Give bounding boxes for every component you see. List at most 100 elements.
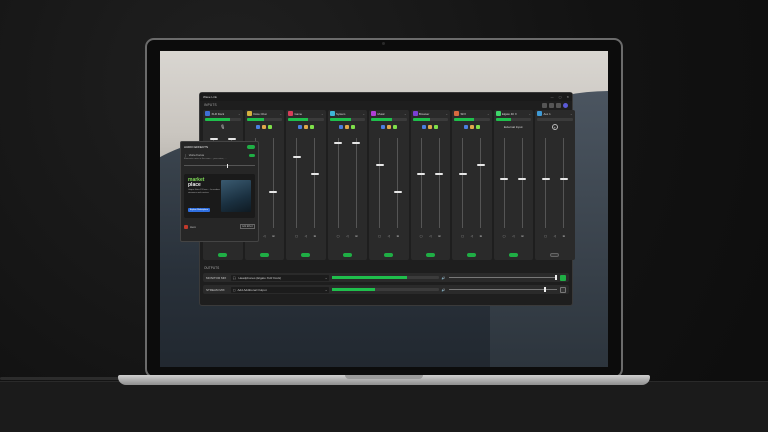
monitor-fader[interactable]: ▢ — [417, 136, 426, 240]
chevron-down-icon[interactable]: ⌄ — [528, 112, 531, 116]
fader-knob[interactable] — [518, 177, 527, 180]
chevron-down-icon[interactable]: ⌄ — [362, 112, 365, 116]
plugin-toggle[interactable] — [249, 153, 255, 157]
broadcast-icon[interactable]: ⊞ — [394, 234, 402, 238]
channel-header[interactable]: System ⌄ — [328, 110, 368, 117]
stream-fader[interactable]: ⊞ — [269, 136, 278, 240]
broadcast-icon[interactable]: ⊞ — [518, 234, 526, 238]
headphones-icon[interactable]: ▢ — [459, 234, 467, 238]
explore-marketplace-button[interactable]: Explore Marketplace — [188, 208, 210, 212]
link-icon[interactable]: ◁ — [509, 234, 517, 238]
monitor-fader[interactable]: ▢ — [292, 136, 301, 240]
speaker-icon[interactable]: 🔊 — [442, 288, 446, 292]
monitor-mute-button[interactable] — [384, 253, 394, 257]
channel-header[interactable]: Game ⌄ — [286, 110, 326, 117]
app-icon[interactable] — [422, 124, 427, 129]
link-fader[interactable]: ◁ — [509, 136, 517, 240]
app-icon[interactable] — [351, 124, 356, 129]
link-icon[interactable]: ◁ — [551, 234, 559, 238]
stream-fader[interactable]: ⊞ — [393, 136, 402, 240]
chevron-down-icon[interactable]: ⌄ — [279, 112, 282, 116]
headphones-icon[interactable]: ▢ — [417, 234, 425, 238]
link-icon[interactable]: ◁ — [260, 234, 268, 238]
app-icon[interactable] — [256, 124, 261, 129]
fader-knob[interactable] — [310, 173, 319, 176]
link-fader[interactable]: ◁ — [551, 136, 559, 240]
app-icon[interactable] — [434, 124, 439, 129]
settings-icon[interactable] — [549, 102, 554, 108]
monitor-fader[interactable]: ▢ — [458, 136, 467, 240]
stream-fader[interactable]: ⊞ — [352, 136, 361, 240]
link-icon[interactable]: ◁ — [468, 234, 476, 238]
monitor-mute-button[interactable] — [301, 253, 311, 257]
output-toggle[interactable] — [560, 286, 566, 293]
link-icon[interactable]: ◁ — [426, 234, 434, 238]
chevron-down-icon[interactable]: ⌄ — [570, 112, 573, 116]
channel-header[interactable]: Voice Chat ⌄ — [245, 110, 285, 117]
app-icon[interactable] — [303, 124, 308, 129]
output-toggle[interactable] — [560, 274, 566, 281]
app-icon[interactable] — [262, 124, 267, 129]
link-fader[interactable]: ◁ — [468, 136, 476, 240]
fader-knob[interactable] — [417, 173, 426, 176]
app-icon[interactable] — [475, 124, 480, 129]
effects-icon[interactable] — [542, 102, 547, 108]
chevron-down-icon[interactable]: ⌄ — [487, 112, 490, 116]
app-icon[interactable] — [345, 124, 350, 129]
monitor-fader[interactable]: ▢ — [500, 136, 509, 240]
monitor-fader[interactable]: ▢ — [541, 136, 550, 240]
app-icon[interactable] — [392, 124, 397, 129]
stream-fader[interactable]: ⊞ — [559, 136, 568, 240]
app-icon[interactable] — [297, 124, 302, 129]
headphones-icon[interactable]: ▢ — [293, 234, 301, 238]
app-icon[interactable] — [386, 124, 391, 129]
chevron-down-icon[interactable]: ⌄ — [404, 112, 407, 116]
output-device-select[interactable]: 🎧 Headphones (Elgato XLR Dock) ⌄ — [230, 274, 330, 281]
fader-knob[interactable] — [458, 173, 467, 176]
app-icon[interactable] — [309, 124, 314, 129]
app-icon[interactable] — [339, 124, 344, 129]
link-fader[interactable]: ◁ — [343, 136, 351, 240]
chevron-down-icon[interactable]: ⌄ — [238, 112, 241, 116]
output-volume-slider[interactable] — [448, 287, 558, 292]
monitor-mute-button[interactable] — [467, 253, 477, 257]
fader-knob[interactable] — [559, 177, 568, 180]
link-icon[interactable]: ◁ — [385, 234, 393, 238]
slider-handle[interactable] — [544, 287, 547, 292]
stream-fader[interactable]: ⊞ — [518, 136, 527, 240]
output-device-select[interactable]: ▢ Add Additional Output ⌄ — [230, 286, 330, 293]
app-icon[interactable] — [268, 124, 273, 129]
slider-handle[interactable] — [554, 275, 557, 280]
channel-header[interactable]: XLR Dock ⌄ — [203, 110, 243, 117]
chevron-down-icon[interactable]: ⌄ — [321, 112, 324, 116]
account-icon[interactable] — [563, 102, 568, 108]
link-fader[interactable]: ◁ — [426, 136, 434, 240]
fader-knob[interactable] — [500, 177, 509, 180]
slider-handle[interactable] — [226, 163, 229, 168]
monitor-mute-button[interactable] — [550, 253, 560, 257]
broadcast-icon[interactable]: ⊞ — [352, 234, 360, 238]
minimize-button[interactable]: — — [551, 95, 554, 99]
app-icon[interactable] — [469, 124, 474, 129]
chevron-down-icon[interactable]: ⌄ — [445, 112, 448, 116]
effect-item[interactable]: ⋮ Voice Focus — [184, 153, 255, 157]
add-app-icon[interactable]: + — [551, 123, 558, 130]
broadcast-icon[interactable]: ⊞ — [269, 234, 277, 238]
fader-knob[interactable] — [227, 138, 236, 140]
headphones-icon[interactable]: ▢ — [542, 234, 550, 238]
close-button[interactable]: ✕ — [566, 95, 569, 99]
broadcast-icon[interactable]: ⊞ — [311, 234, 319, 238]
monitor-mute-button[interactable] — [218, 253, 228, 257]
add-effect-button[interactable]: Add Effect — [240, 224, 255, 229]
headphones-icon[interactable]: ▢ — [376, 234, 384, 238]
fader-knob[interactable] — [393, 190, 402, 193]
stream-fader[interactable]: ⊞ — [310, 136, 319, 240]
maximize-button[interactable]: ▢ — [559, 95, 562, 99]
effects-toggle[interactable] — [247, 145, 255, 149]
fader-knob[interactable] — [435, 173, 444, 176]
stream-fader[interactable]: ⊞ — [476, 136, 485, 240]
monitor-mute-button[interactable] — [259, 253, 269, 257]
monitor-mute-button[interactable] — [425, 253, 435, 257]
fader-knob[interactable] — [541, 177, 550, 180]
monitor-fader[interactable]: ▢ — [334, 136, 343, 240]
